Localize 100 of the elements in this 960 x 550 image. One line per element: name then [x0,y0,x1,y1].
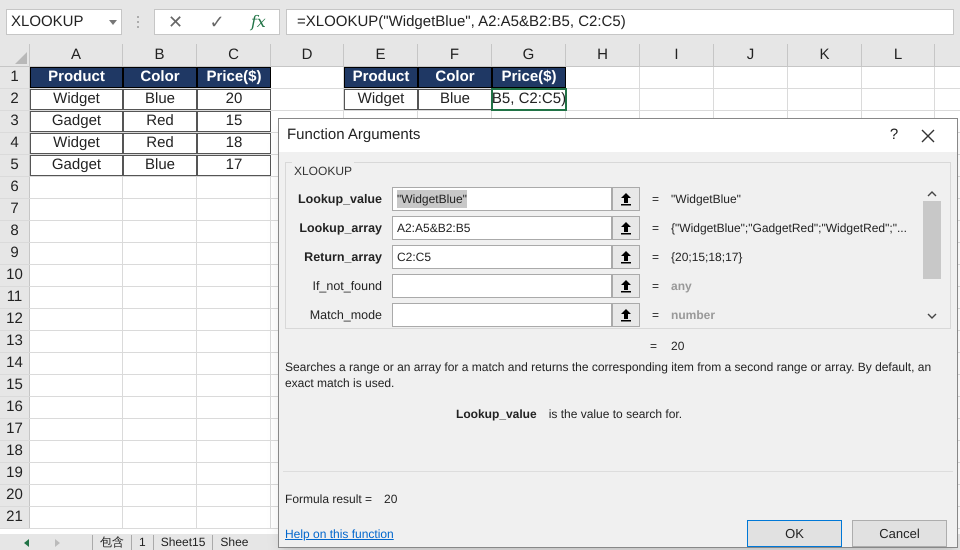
row-header[interactable]: 9 [0,243,30,264]
dropdown-icon [109,20,117,24]
sheet-tab[interactable]: Sheet15 [152,534,212,550]
function-result: 20 [671,338,684,355]
collapse-icon [620,221,632,236]
formula-result: 20 [384,491,398,508]
row-header[interactable]: 2 [0,89,30,110]
function-description: Searches a range or an array for a match and returns the corresponding item from a second range or array. By default, an exact match is used. [284,359,932,391]
table-cell: Color [418,67,492,88]
row-header[interactable]: 14 [0,353,30,374]
sheet-tab[interactable]: 包含 [92,534,131,550]
row-header[interactable]: 6 [0,177,30,198]
sheet-tab[interactable]: Shee [212,534,256,550]
argument-field[interactable] [392,303,612,328]
table-cell: 20 [197,89,271,110]
row-header[interactable]: 16 [0,397,30,418]
collapse-icon [620,192,632,206]
column-header[interactable]: C [197,44,271,66]
equals-sign: = [652,278,660,296]
collapse-icon [620,279,632,294]
column-header[interactable]: A [30,44,123,66]
table-cell: Blue [418,89,492,110]
table-cell: Product [30,67,123,88]
column-header[interactable]: I [640,44,714,66]
argument-result: "WidgetBlue" [671,191,741,208]
row-header[interactable]: 17 [0,419,30,440]
row-header[interactable]: 12 [0,309,30,330]
row-header[interactable]: 7 [0,199,30,220]
table-cell: Gadget [30,111,123,132]
table-cell: Color [123,67,197,88]
argument-label: Return_array [303,248,382,266]
collapse-button[interactable] [612,187,640,212]
argument-help: is the value to search for. [548,406,682,423]
equals-sign: = [650,338,658,355]
column-header[interactable]: G [492,44,566,66]
column-header[interactable]: E [344,44,418,66]
row-header[interactable]: 19 [0,463,30,484]
column-header[interactable]: F [418,44,492,66]
table-cell: Widget [30,133,123,154]
column-header[interactable]: H [566,44,640,66]
row-header[interactable]: 3 [0,111,30,132]
argument-field[interactable] [392,274,612,298]
collapse-button[interactable] [612,303,640,328]
formula-field[interactable]: =XLOOKUP("WidgetBlue", A2:A5&B2:B5, C2:C5) [286,9,954,35]
table-cell: 15 [197,111,271,132]
table-cell: Product [344,67,418,88]
close-icon[interactable] [921,128,935,143]
row-header[interactable]: 8 [0,221,30,242]
sheet-tab[interactable]: 1 [131,534,153,550]
row-header[interactable]: 10 [0,265,30,286]
column-header[interactable]: D [271,44,344,66]
collapse-button[interactable] [612,245,640,270]
dialog-title: Function Arguments [287,125,422,146]
row-header[interactable]: 18 [0,441,30,462]
table-cell: Blue [123,155,197,176]
table-cell: 18 [197,133,271,154]
table-cell: Price($) [197,67,271,88]
table-cell: 17 [197,155,271,176]
argument-result: number [671,307,716,324]
table-cell: Red [123,133,197,154]
argument-field[interactable]: A2:A5&B2:B5 [392,216,612,240]
scroll-up-icon[interactable] [927,191,937,198]
argument-field[interactable]: C2:C5 [392,245,612,270]
column-header[interactable]: K [788,44,862,66]
row-header[interactable]: 11 [0,287,30,308]
argument-field[interactable]: "WidgetBlue" [392,187,612,212]
table-cell: Red [123,111,197,132]
insert-function-button[interactable]: fx [250,10,266,34]
name-box[interactable]: XLOOKUP [6,9,122,35]
formula-result-label: Formula result = [285,491,372,508]
argument-result: any [671,278,692,296]
scroll-down-icon[interactable] [927,313,937,320]
row-header[interactable]: 1 [0,67,30,88]
help-link[interactable]: Help on this function [285,524,747,542]
column-header[interactable]: L [862,44,935,66]
argument-result: {"WidgetBlue";"GadgetRed";"WidgetRed";"... [671,220,907,238]
row-header[interactable]: 13 [0,331,30,352]
equals-sign: = [652,191,660,208]
row-header[interactable]: 15 [0,375,30,396]
equals-sign: = [652,249,660,266]
table-cell: B5, C2:C5) [492,89,566,110]
row-header[interactable]: 20 [0,485,30,506]
table-cell: Blue [123,89,197,110]
collapse-icon [620,308,632,322]
ok-button[interactable]: OK [747,520,842,547]
column-header[interactable]: J [714,44,788,66]
collapse-button[interactable] [612,216,640,240]
scroll-left-icon[interactable] [22,538,32,548]
collapse-button[interactable] [612,274,640,298]
argument-label: If_not_found [311,278,382,295]
row-header[interactable]: 21 [0,507,30,528]
enter-button[interactable]: ✓ [210,8,225,36]
column-header[interactable]: B [123,44,197,66]
row-header[interactable]: 4 [0,133,30,154]
cancel-button[interactable]: Cancel [852,520,947,547]
help-button[interactable]: ? [879,124,909,147]
cancel-button[interactable]: ✕ [168,8,184,36]
row-header[interactable]: 5 [0,155,30,176]
equals-sign: = [652,307,660,324]
argument-label: Lookup_array [298,220,382,237]
